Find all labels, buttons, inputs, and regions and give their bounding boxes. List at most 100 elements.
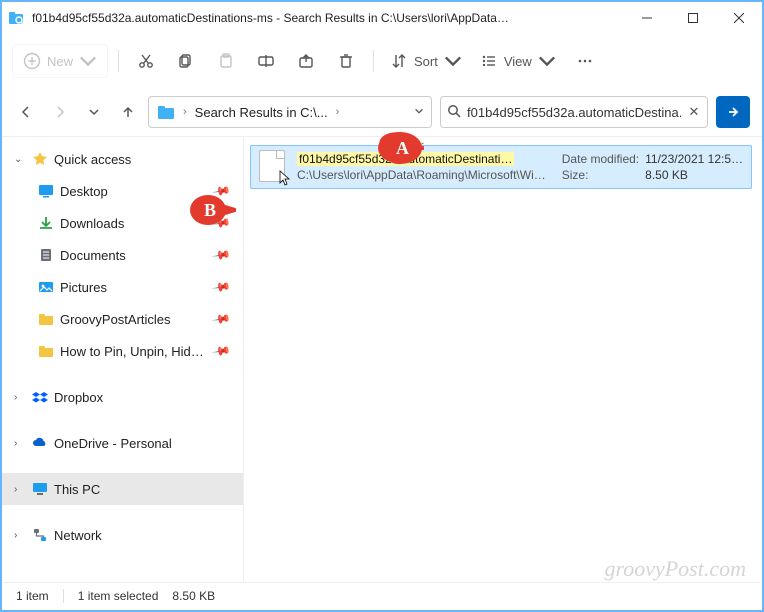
pin-icon: 📌 bbox=[211, 277, 231, 297]
cursor-icon bbox=[279, 170, 291, 186]
date-modified-label: Date modified: bbox=[562, 152, 639, 166]
pin-icon: 📌 bbox=[211, 213, 231, 233]
sidebar-item-groovy[interactable]: GroovyPostArticles 📌 bbox=[2, 303, 243, 335]
close-button[interactable] bbox=[716, 2, 762, 34]
view-button[interactable]: View bbox=[474, 44, 562, 78]
address-path: Search Results in C:\... bbox=[195, 105, 328, 120]
sidebar-item-network[interactable]: › Network bbox=[2, 519, 243, 551]
sidebar-item-label: Downloads bbox=[60, 216, 124, 231]
sort-button[interactable]: Sort bbox=[384, 44, 468, 78]
rename-button[interactable] bbox=[249, 44, 283, 78]
pictures-icon bbox=[38, 279, 54, 295]
onedrive-icon bbox=[32, 435, 48, 451]
clear-search-button[interactable]: ✕ bbox=[687, 104, 701, 120]
sidebar-item-label: GroovyPostArticles bbox=[60, 312, 171, 327]
recent-locations-button[interactable] bbox=[82, 100, 106, 124]
sidebar-item-dropbox[interactable]: › Dropbox bbox=[2, 381, 243, 413]
new-button[interactable]: New bbox=[12, 44, 108, 78]
toolbar: New Sort View bbox=[2, 34, 762, 88]
chevron-right-icon: › bbox=[183, 106, 187, 118]
sidebar-item-label: Quick access bbox=[54, 152, 131, 167]
cut-button[interactable] bbox=[129, 44, 163, 78]
folder-icon bbox=[38, 343, 54, 359]
search-result-item[interactable]: f01b4d95cf55d32a.automaticDestinati… C:\… bbox=[250, 145, 752, 189]
view-label: View bbox=[504, 54, 532, 69]
body: ⌄ Quick access Desktop 📌 Downloads 📌 Doc… bbox=[2, 136, 762, 584]
search-folder-icon bbox=[8, 10, 24, 26]
sidebar-item-this-pc[interactable]: › This PC bbox=[2, 473, 243, 505]
history-dropdown-icon[interactable] bbox=[413, 105, 425, 120]
window-title: f01b4d95cf55d32a.automaticDestinations-m… bbox=[32, 11, 512, 25]
chevron-right-icon: › bbox=[14, 438, 26, 449]
search-go-button[interactable] bbox=[716, 96, 750, 128]
star-icon bbox=[32, 151, 48, 167]
downloads-icon bbox=[38, 215, 54, 231]
chevron-down-icon bbox=[444, 52, 462, 70]
forward-button[interactable] bbox=[48, 100, 72, 124]
documents-icon bbox=[38, 247, 54, 263]
titlebar: f01b4d95cf55d32a.automaticDestinations-m… bbox=[2, 2, 762, 34]
sidebar-item-desktop[interactable]: Desktop 📌 bbox=[2, 175, 243, 207]
up-button[interactable] bbox=[116, 100, 140, 124]
search-box[interactable]: ✕ bbox=[440, 96, 708, 128]
delete-button[interactable] bbox=[329, 44, 363, 78]
status-count: 1 item bbox=[16, 589, 49, 603]
chevron-right-icon: › bbox=[14, 484, 26, 495]
share-button[interactable] bbox=[289, 44, 323, 78]
sidebar: ⌄ Quick access Desktop 📌 Downloads 📌 Doc… bbox=[2, 137, 244, 584]
chevron-right-icon: › bbox=[336, 106, 340, 118]
sidebar-item-onedrive[interactable]: › OneDrive - Personal bbox=[2, 427, 243, 459]
separator bbox=[373, 50, 374, 72]
sidebar-item-label: This PC bbox=[54, 482, 100, 497]
result-name: f01b4d95cf55d32a.automaticDestinati… bbox=[297, 152, 514, 166]
sort-label: Sort bbox=[414, 54, 438, 69]
separator bbox=[118, 50, 119, 72]
desktop-icon bbox=[38, 183, 54, 199]
file-icon bbox=[259, 150, 287, 184]
status-bar: 1 item 1 item selected 8.50 KB bbox=[4, 582, 760, 608]
sidebar-item-downloads[interactable]: Downloads 📌 bbox=[2, 207, 243, 239]
date-modified-value: 11/23/2021 12:5… bbox=[645, 152, 743, 166]
pin-icon: 📌 bbox=[211, 181, 231, 201]
pin-icon: 📌 bbox=[211, 341, 231, 361]
sidebar-item-label: Desktop bbox=[60, 184, 108, 199]
this-pc-icon bbox=[32, 481, 48, 497]
status-selected: 1 item selected bbox=[78, 589, 159, 603]
maximize-button[interactable] bbox=[670, 2, 716, 34]
sidebar-item-howto[interactable]: How to Pin, Unpin, Hide, and 📌 bbox=[2, 335, 243, 367]
copy-button[interactable] bbox=[169, 44, 203, 78]
pin-icon: 📌 bbox=[211, 309, 231, 329]
sidebar-item-documents[interactable]: Documents 📌 bbox=[2, 239, 243, 271]
separator bbox=[63, 589, 64, 603]
window-controls bbox=[624, 2, 762, 34]
search-input[interactable] bbox=[467, 105, 681, 120]
more-button[interactable] bbox=[568, 44, 602, 78]
address-search-row: › Search Results in C:\... › ✕ bbox=[2, 88, 762, 136]
size-label: Size: bbox=[562, 168, 639, 182]
sidebar-item-quick-access[interactable]: ⌄ Quick access bbox=[2, 143, 243, 175]
dropbox-icon bbox=[32, 389, 48, 405]
chevron-right-icon: › bbox=[14, 392, 26, 403]
new-label: New bbox=[47, 54, 73, 69]
sidebar-item-label: Documents bbox=[60, 248, 126, 263]
sidebar-item-label: Network bbox=[54, 528, 102, 543]
sidebar-item-label: OneDrive - Personal bbox=[54, 436, 172, 451]
minimize-button[interactable] bbox=[624, 2, 670, 34]
chevron-down-icon bbox=[538, 52, 556, 70]
back-button[interactable] bbox=[14, 100, 38, 124]
address-bar[interactable]: › Search Results in C:\... › bbox=[148, 96, 432, 128]
paste-button[interactable] bbox=[209, 44, 243, 78]
nav-arrows bbox=[14, 100, 140, 124]
results-pane[interactable]: f01b4d95cf55d32a.automaticDestinati… C:\… bbox=[244, 137, 762, 584]
folder-icon bbox=[38, 311, 54, 327]
sidebar-item-pictures[interactable]: Pictures 📌 bbox=[2, 271, 243, 303]
pin-icon: 📌 bbox=[211, 245, 231, 265]
chevron-down-icon: ⌄ bbox=[14, 154, 26, 165]
result-path: C:\Users\lori\AppData\Roaming\Microsoft\… bbox=[297, 168, 552, 182]
result-text: f01b4d95cf55d32a.automaticDestinati… C:\… bbox=[297, 152, 552, 182]
status-size: 8.50 KB bbox=[172, 589, 215, 603]
sidebar-item-label: Dropbox bbox=[54, 390, 103, 405]
result-meta: Date modified: 11/23/2021 12:5… Size: 8.… bbox=[562, 152, 743, 182]
chevron-right-icon: › bbox=[14, 530, 26, 541]
search-folder-icon bbox=[157, 103, 175, 121]
